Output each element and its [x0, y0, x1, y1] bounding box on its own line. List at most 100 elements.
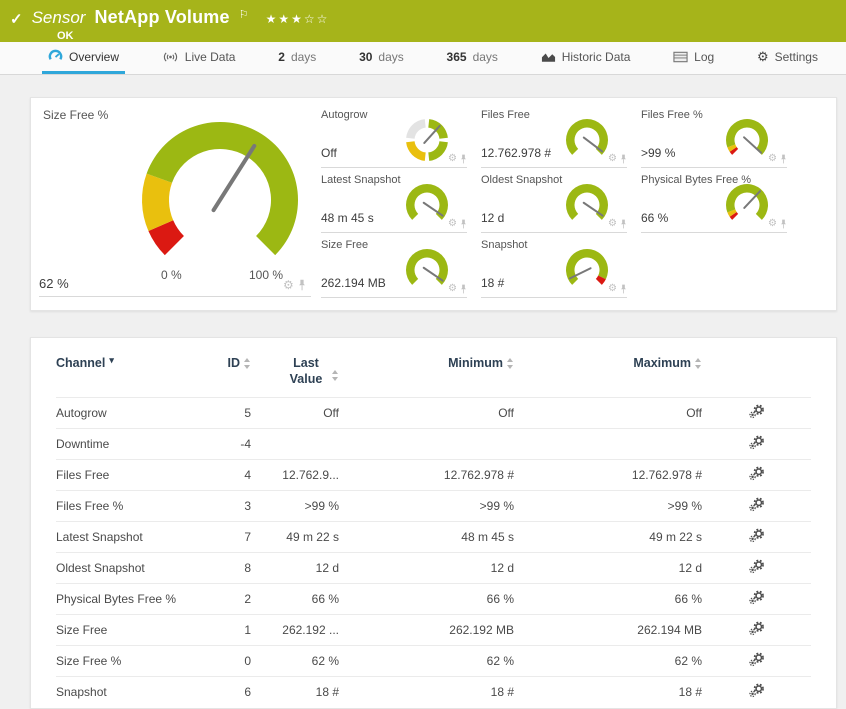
gauge-tile-latest-snapshot: Latest Snapshot 48 m 45 s ⚙ [321, 168, 467, 233]
gear-icon[interactable]: ⚙ [448, 154, 457, 164]
files-free-pct-gauge [726, 118, 769, 155]
divider [39, 296, 311, 297]
status-badge: OK [57, 30, 74, 42]
sort-icon [507, 358, 514, 369]
channel-name: Size Free [56, 614, 196, 646]
channel-minimum: 18 # [339, 676, 514, 708]
pin-icon[interactable] [620, 284, 627, 294]
gear-icon[interactable]: ⚙ [768, 219, 777, 229]
gear-icon[interactable]: ⚙ [608, 154, 617, 164]
channel-last-value: >99 % [251, 490, 339, 522]
channel-settings-icon [748, 497, 764, 512]
status-check-icon: ✓ [10, 11, 23, 28]
channel-id: 4 [196, 459, 251, 491]
channel-settings-icon [748, 528, 764, 543]
channel-maximum: Off [514, 397, 702, 429]
channel-settings-icon[interactable] [748, 621, 765, 636]
channel-minimum: 262.192 MB [339, 614, 514, 646]
tab-live-data[interactable]: Live Data [156, 42, 242, 74]
column-header-maximum[interactable]: Maximum [514, 348, 702, 398]
pin-icon[interactable] [620, 219, 627, 229]
gear-icon[interactable]: ⚙ [448, 219, 457, 229]
column-header-actions [702, 348, 811, 398]
channel-settings-icon [748, 435, 764, 450]
gauge-value: 12 d [481, 211, 505, 225]
channel-last-value [251, 428, 339, 460]
pin-icon[interactable] [460, 284, 467, 294]
tab-2-days[interactable]: 2 days [272, 42, 322, 74]
column-header-id[interactable]: ID [196, 348, 251, 398]
channel-minimum: 66 % [339, 583, 514, 615]
pin-icon[interactable] [298, 279, 306, 291]
channel-settings-icon[interactable] [748, 497, 765, 512]
channel-settings-icon[interactable] [748, 435, 765, 450]
channel-name: Autogrow [56, 397, 196, 429]
table-row: Files Free % 3 >99 % >99 % >99 % [56, 490, 811, 522]
channel-settings-icon[interactable] [748, 404, 765, 419]
table-header-row: Channel ▾ ID Last Value Minimum Maximum [56, 348, 811, 398]
gauge-label: Files Free % [641, 109, 703, 121]
channel-last-value: Off [251, 397, 339, 429]
channel-settings-icon[interactable] [748, 590, 765, 605]
tab-settings[interactable]: ⚙ Settings [751, 42, 824, 74]
gear-icon[interactable]: ⚙ [608, 284, 617, 294]
gear-icon: ⚙ [756, 48, 769, 64]
gauge-tile-grid: Autogrow Off ⚙ Files Free 12.762.978 # ⚙… [321, 103, 787, 298]
channel-last-value: 262.192 ... [251, 614, 339, 646]
channel-settings-icon[interactable] [748, 652, 765, 667]
column-header-minimum[interactable]: Minimum [339, 348, 514, 398]
gauge-tile-physical-bytes-free-pct: Physical Bytes Free % 66 % ⚙ [641, 168, 787, 233]
gauge-tile-files-free: Files Free 12.762.978 # ⚙ [481, 103, 627, 168]
channel-minimum: 48 m 45 s [339, 521, 514, 553]
channel-maximum: 62 % [514, 645, 702, 677]
log-list-icon [673, 51, 688, 62]
sort-icon [244, 358, 251, 369]
sort-icon [695, 358, 702, 369]
main-gauge-label: Size Free % [43, 108, 109, 122]
tab-365-days[interactable]: 365 days [441, 42, 504, 74]
snapshot-gauge [566, 249, 609, 285]
channel-maximum: 12 d [514, 552, 702, 584]
channel-settings-icon[interactable] [748, 466, 765, 481]
channel-minimum: 12 d [339, 552, 514, 584]
gear-icon[interactable]: ⚙ [768, 154, 777, 164]
channel-table-panel: Channel ▾ ID Last Value Minimum Maximum A… [30, 337, 837, 709]
channel-settings-icon[interactable] [748, 528, 765, 543]
column-header-last-value[interactable]: Last Value [251, 348, 339, 398]
gauge-label: Oldest Snapshot [481, 174, 563, 186]
gauge-value: 66 % [641, 211, 669, 225]
pin-icon[interactable] [780, 219, 787, 229]
gear-icon[interactable]: ⚙ [448, 284, 457, 294]
channel-id: 0 [196, 645, 251, 677]
gauge-value: 18 # [481, 276, 505, 290]
table-row: Size Free % 0 62 % 62 % 62 % [56, 645, 811, 677]
channel-id: 6 [196, 676, 251, 708]
overview-panel: Size Free % 0 % 100 % 62 % ⚙ Autogrow Of… [30, 97, 837, 311]
tab-log[interactable]: Log [667, 42, 720, 74]
gauge-tile-autogrow: Autogrow Off ⚙ [321, 103, 467, 168]
tab-30-days[interactable]: 30 days [353, 42, 410, 74]
pin-icon[interactable] [460, 219, 467, 229]
gauge-scale-min: 0 % [161, 268, 182, 282]
area-chart-icon [541, 52, 555, 62]
channel-maximum: 49 m 22 s [514, 521, 702, 553]
gauge-value: Off [321, 146, 337, 160]
pin-icon[interactable] [620, 154, 627, 164]
priority-stars[interactable]: ★★★☆☆ [266, 12, 330, 26]
gear-icon[interactable]: ⚙ [608, 219, 617, 229]
pin-icon[interactable] [780, 154, 787, 164]
main-gauge [142, 121, 299, 256]
channel-last-value: 62 % [251, 645, 339, 677]
channel-maximum: 262.194 MB [514, 614, 702, 646]
gear-icon[interactable]: ⚙ [283, 279, 294, 291]
channel-settings-icon[interactable] [748, 559, 765, 574]
channel-table: Channel ▾ ID Last Value Minimum Maximum A… [56, 348, 811, 708]
tab-overview[interactable]: Overview [42, 42, 126, 74]
gauge-scale-max: 100 % [249, 268, 284, 282]
column-header-channel[interactable]: Channel ▾ [56, 348, 196, 398]
channel-id: 8 [196, 552, 251, 584]
pin-icon[interactable] [460, 154, 467, 164]
channel-last-value: 66 % [251, 583, 339, 615]
flag-icon[interactable]: ⚐ [239, 8, 249, 21]
tab-historic-data[interactable]: Historic Data [535, 42, 637, 74]
